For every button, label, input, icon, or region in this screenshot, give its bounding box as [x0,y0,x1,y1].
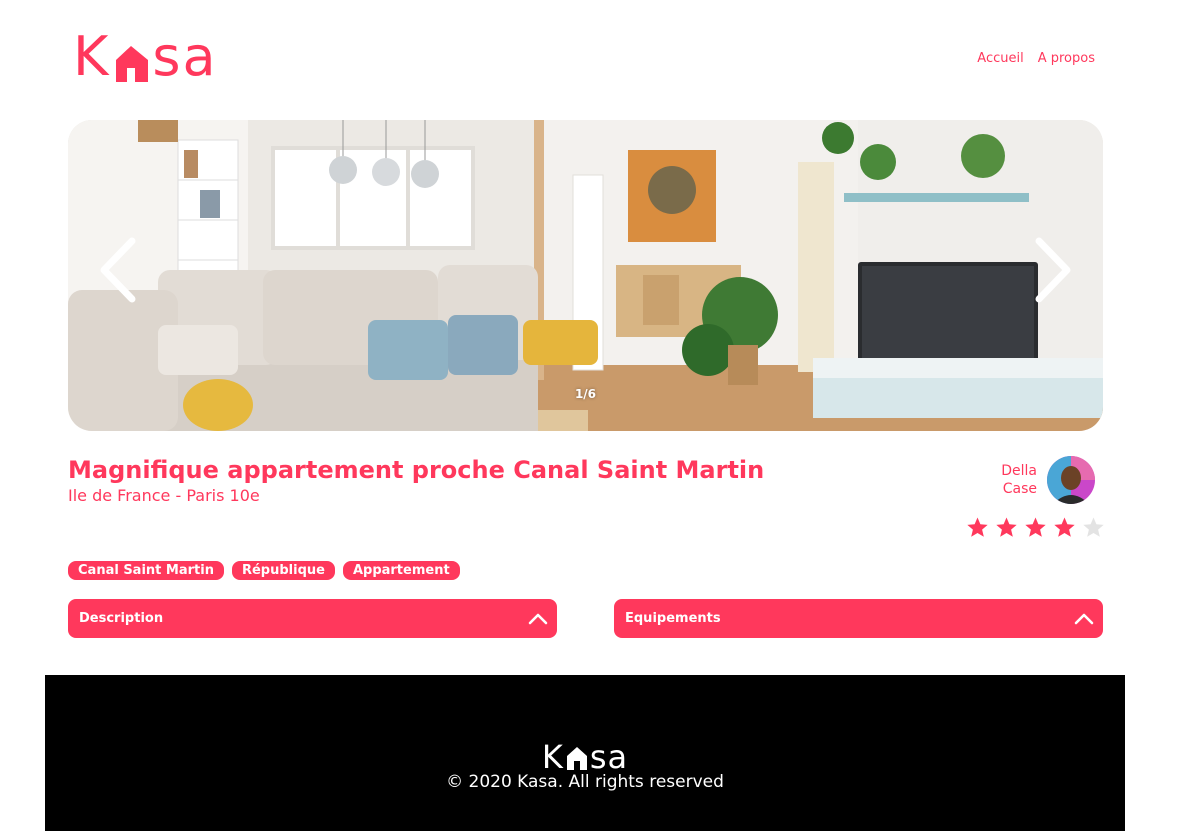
nav-link-accueil[interactable]: Accueil [977,51,1023,66]
footer-copyright: © 2020 Kasa. All rights reserved [446,772,724,792]
tag-canal-saint-martin: Canal Saint Martin [68,561,224,580]
star-empty-icon [1083,517,1104,537]
tag-list: Canal Saint Martin République Appartemen… [68,561,460,580]
logo-letters-sa: sa [152,25,218,88]
footer-logo-letters-sa: sa [589,738,629,776]
house-icon [566,747,587,770]
star-filled-icon [1054,517,1075,537]
host-avatar [1047,456,1095,504]
chevron-up-icon[interactable] [1073,608,1095,630]
logo-letter-k: K [73,25,111,88]
equipements-collapse[interactable]: Equipements [614,599,1103,638]
rating-stars [966,516,1105,539]
chevron-left-icon[interactable] [94,235,144,305]
nav-link-a-propos[interactable]: A propos [1038,51,1095,66]
listing-title: Magnifique appartement proche Canal Sain… [68,456,765,484]
host-last-name: Case [1002,481,1037,497]
photo-carousel: 1/6 [68,120,1103,431]
footer-logo: Ksa [45,741,1125,773]
tag-republique: République [231,561,335,580]
chevron-right-icon[interactable] [1027,235,1077,305]
kasa-logo[interactable]: K sa [73,28,218,86]
equipements-collapse-title: Equipements [625,611,721,626]
house-icon [116,46,149,82]
header: K sa Accueil A propos [0,0,1179,110]
star-filled-icon [996,517,1017,537]
main-nav: Accueil A propos [977,51,1095,66]
description-collapse[interactable]: Description [68,599,557,638]
host-name: Della Case [1001,462,1037,498]
apartment-photo [68,120,1103,431]
listing-location: Ile de France - Paris 10e [68,486,260,505]
carousel-counter: 1/6 [574,387,597,401]
host-info: Della Case [1001,456,1095,504]
footer-logo-letter-k: K [541,738,564,776]
footer: Ksa © 2020 Kasa. All rights reserved [45,675,1125,831]
star-filled-icon [1025,517,1046,537]
description-collapse-title: Description [79,611,164,626]
tag-appartement: Appartement [342,561,460,580]
host-first-name: Della [1001,463,1037,479]
star-filled-icon [967,517,988,537]
chevron-up-icon[interactable] [527,608,549,630]
